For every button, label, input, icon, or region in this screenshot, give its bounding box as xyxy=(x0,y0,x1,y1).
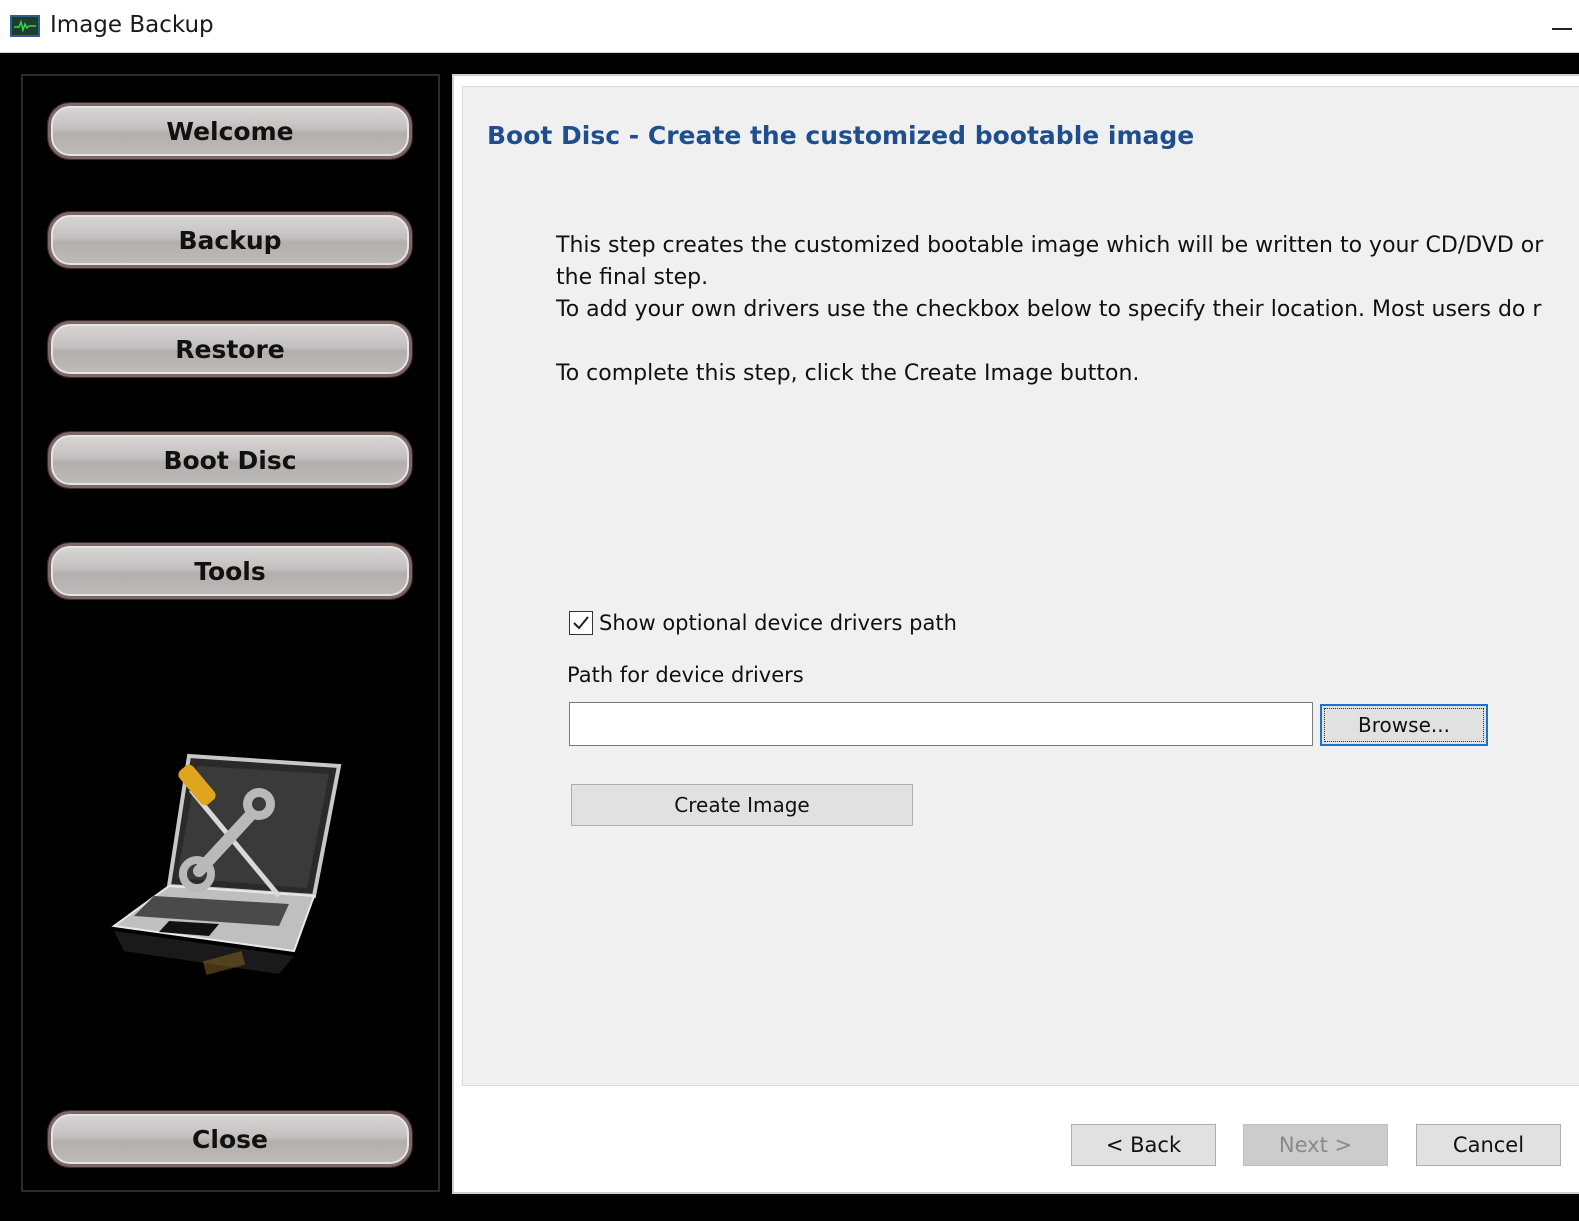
description-line: the final step. xyxy=(556,265,709,290)
pulse-monitor-icon xyxy=(10,15,40,37)
sidebar-item-backup[interactable]: Backup xyxy=(48,212,412,268)
checkmark-icon xyxy=(573,616,589,630)
main-panel: Boot Disc - Create the customized bootab… xyxy=(452,74,1579,1194)
minimize-icon[interactable] xyxy=(1552,28,1572,30)
close-button[interactable]: Close xyxy=(48,1111,412,1167)
checkbox-label[interactable]: Show optional device drivers path xyxy=(599,611,957,635)
cancel-button[interactable]: Cancel xyxy=(1416,1124,1561,1166)
close-button-label: Close xyxy=(192,1124,268,1154)
sidebar-item-restore[interactable]: Restore xyxy=(48,321,412,377)
title-bar[interactable]: Image Backup xyxy=(0,0,1579,53)
description-line: This step creates the customized bootabl… xyxy=(556,233,1544,258)
window-title: Image Backup xyxy=(50,12,214,38)
sidebar-item-label: Tools xyxy=(194,556,266,586)
sidebar-item-label: Backup xyxy=(178,225,282,255)
description-line: To add your own drivers use the checkbox… xyxy=(556,297,1542,322)
browse-button[interactable]: Browse... xyxy=(1320,704,1488,746)
sidebar-item-label: Boot Disc xyxy=(163,445,297,475)
path-label: Path for device drivers xyxy=(567,663,804,687)
sidebar: Welcome Backup Restore Boot Disc Tools C… xyxy=(21,74,440,1192)
sidebar-item-boot-disc[interactable]: Boot Disc xyxy=(48,432,412,488)
sidebar-item-welcome[interactable]: Welcome xyxy=(48,103,412,159)
sidebar-item-label: Restore xyxy=(175,334,285,364)
page-title: Boot Disc - Create the customized bootab… xyxy=(487,121,1195,150)
next-button[interactable]: Next > xyxy=(1243,1124,1388,1166)
back-button[interactable]: < Back xyxy=(1071,1124,1216,1166)
sidebar-item-label: Welcome xyxy=(166,116,294,146)
drivers-path-input[interactable] xyxy=(569,702,1313,746)
laptop-with-tools-icon xyxy=(109,746,349,986)
create-image-button[interactable]: Create Image xyxy=(571,784,913,826)
sidebar-item-tools[interactable]: Tools xyxy=(48,543,412,599)
description-line: To complete this step, click the Create … xyxy=(556,361,1140,386)
drivers-path-checkbox[interactable] xyxy=(569,611,593,635)
wizard-content: Boot Disc - Create the customized bootab… xyxy=(462,86,1579,1086)
app-window: Image Backup Welcome Backup Restore Boot… xyxy=(0,0,1579,1221)
